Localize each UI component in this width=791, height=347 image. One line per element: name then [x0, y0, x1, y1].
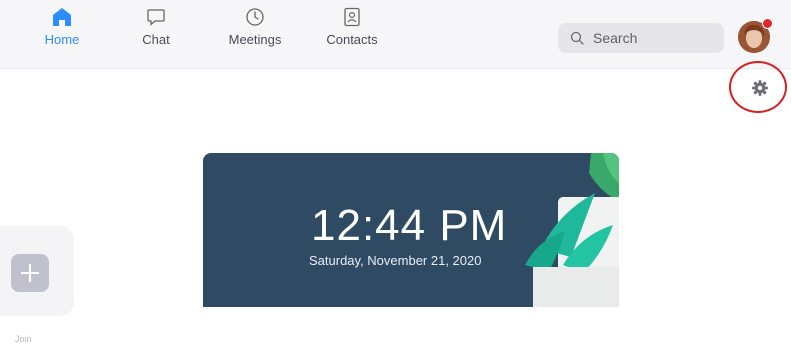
- tab-home[interactable]: Home: [17, 6, 107, 62]
- settings-highlight: [729, 61, 789, 115]
- top-navigation-bar: Home Chat Meetings Contacts: [0, 0, 791, 69]
- tab-home-label: Home: [44, 32, 80, 47]
- gear-icon[interactable]: [751, 79, 769, 97]
- clock-icon: [246, 8, 264, 26]
- tab-chat-label: Chat: [142, 32, 170, 47]
- search-input[interactable]: [591, 29, 715, 47]
- add-button[interactable]: [11, 254, 49, 292]
- tab-contacts-label: Contacts: [326, 32, 378, 47]
- search-box[interactable]: [558, 23, 724, 53]
- add-button-label: Join: [15, 334, 32, 344]
- notification-badge: [762, 18, 773, 29]
- home-icon: [53, 8, 71, 26]
- chat-icon: [147, 9, 165, 26]
- search-icon: [570, 31, 584, 45]
- clock-card: 12:44 PM Saturday, November 21, 2020: [203, 153, 619, 307]
- clock-time: 12:44 PM: [311, 201, 508, 250]
- tab-meetings-label: Meetings: [228, 32, 282, 47]
- tab-meetings[interactable]: Meetings: [210, 6, 300, 62]
- tab-chat[interactable]: Chat: [111, 6, 201, 62]
- tab-contacts[interactable]: Contacts: [307, 6, 397, 62]
- contacts-icon: [344, 7, 360, 27]
- clock-date: Saturday, November 21, 2020: [309, 253, 482, 268]
